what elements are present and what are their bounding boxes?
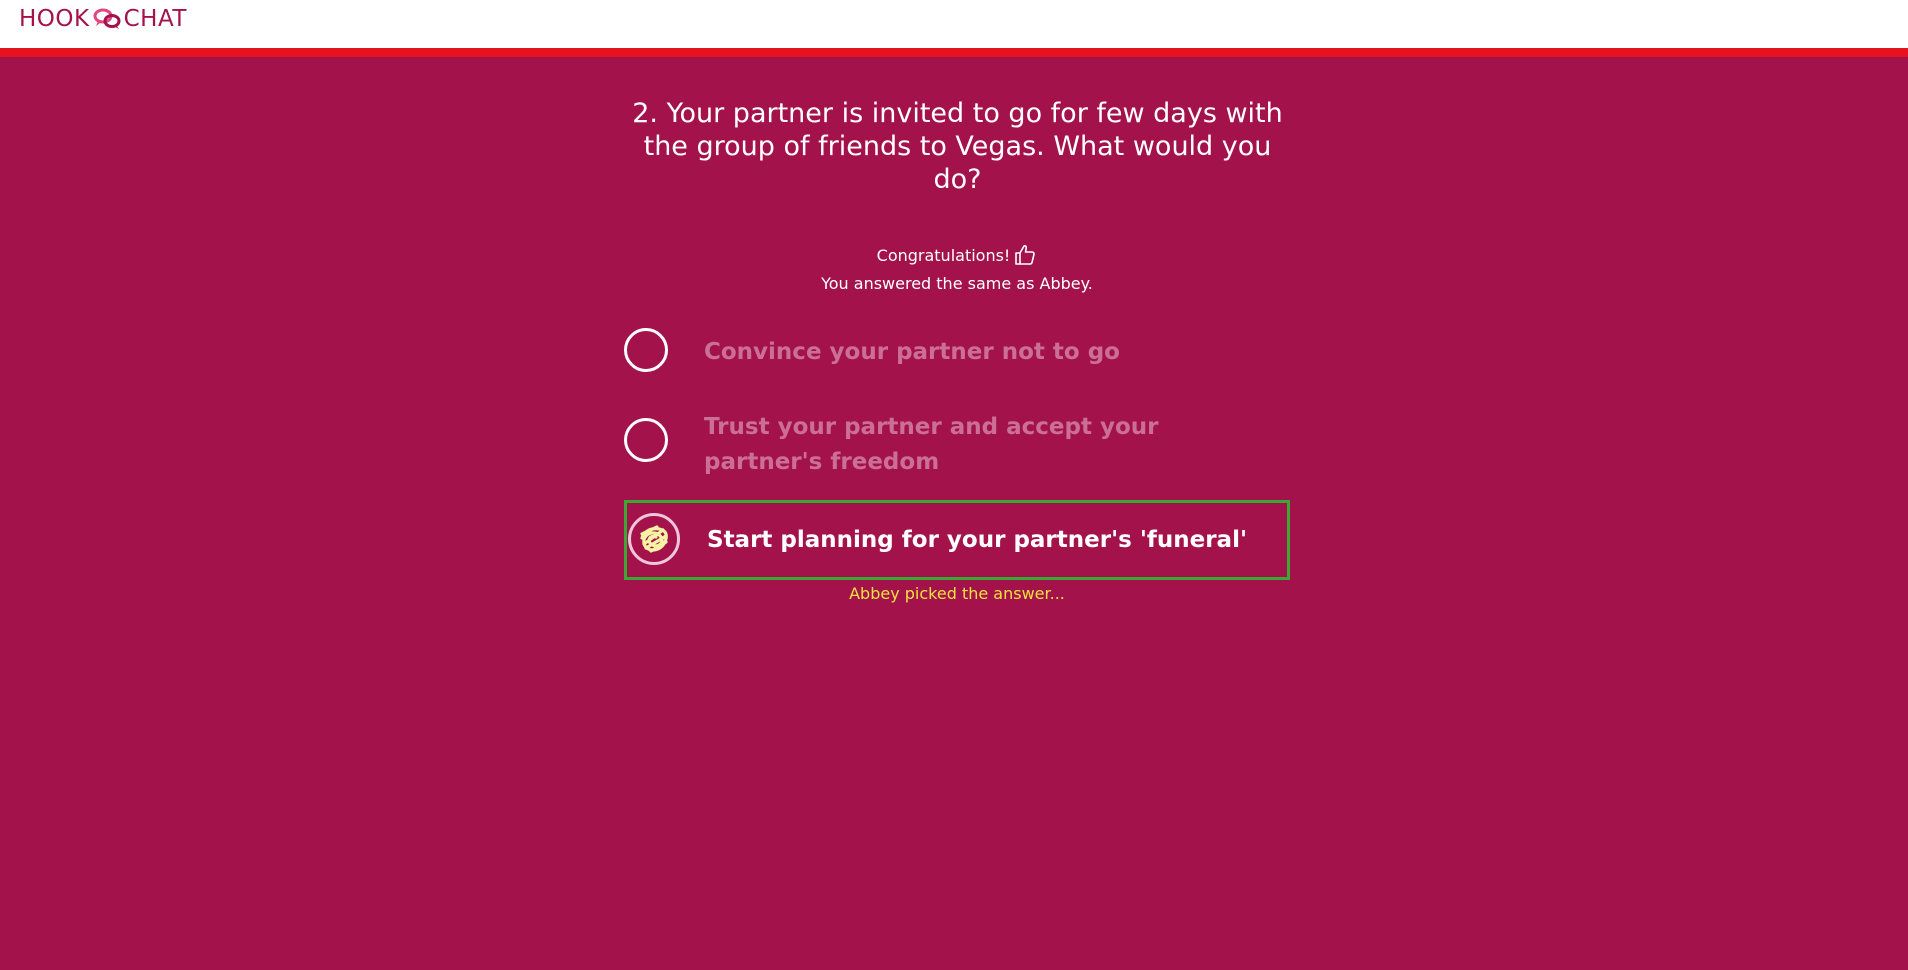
- answer-option-3-selected[interactable]: Start planning for your partner's 'funer…: [624, 500, 1290, 580]
- logo-text-right: CHAT: [123, 6, 187, 32]
- thumbs-up-icon: [1013, 243, 1037, 267]
- radio-button[interactable]: [624, 328, 668, 372]
- answer-option-2[interactable]: Trust your partner and accept your partn…: [624, 410, 1290, 480]
- question-text: 2. Your partner is invited to go for few…: [632, 98, 1283, 195]
- logo[interactable]: HOOK CHAT: [19, 6, 187, 32]
- scribble-check-icon: [640, 525, 668, 553]
- answer-option-1[interactable]: Convince your partner not to go: [624, 325, 1290, 381]
- header-bar: HOOK CHAT: [0, 0, 1908, 48]
- answer-option-label: Start planning for your partner's 'funer…: [707, 527, 1248, 553]
- logo-text-left: HOOK: [19, 6, 90, 32]
- congrats-line: Congratulations!: [0, 243, 1908, 267]
- chat-bubbles-icon: [92, 6, 122, 32]
- radio-button[interactable]: [624, 418, 668, 462]
- radio-button-selected[interactable]: [628, 513, 680, 565]
- same-answer-message: You answered the same as Abbey.: [821, 274, 1093, 293]
- partner-pick-note: Abbey picked the answer...: [849, 584, 1065, 603]
- accent-bar: [0, 48, 1908, 57]
- answer-option-label: Convince your partner not to go: [704, 339, 1120, 365]
- congrats-text: Congratulations!: [876, 245, 1011, 265]
- answer-option-label: Trust your partner and accept your partn…: [704, 414, 1159, 475]
